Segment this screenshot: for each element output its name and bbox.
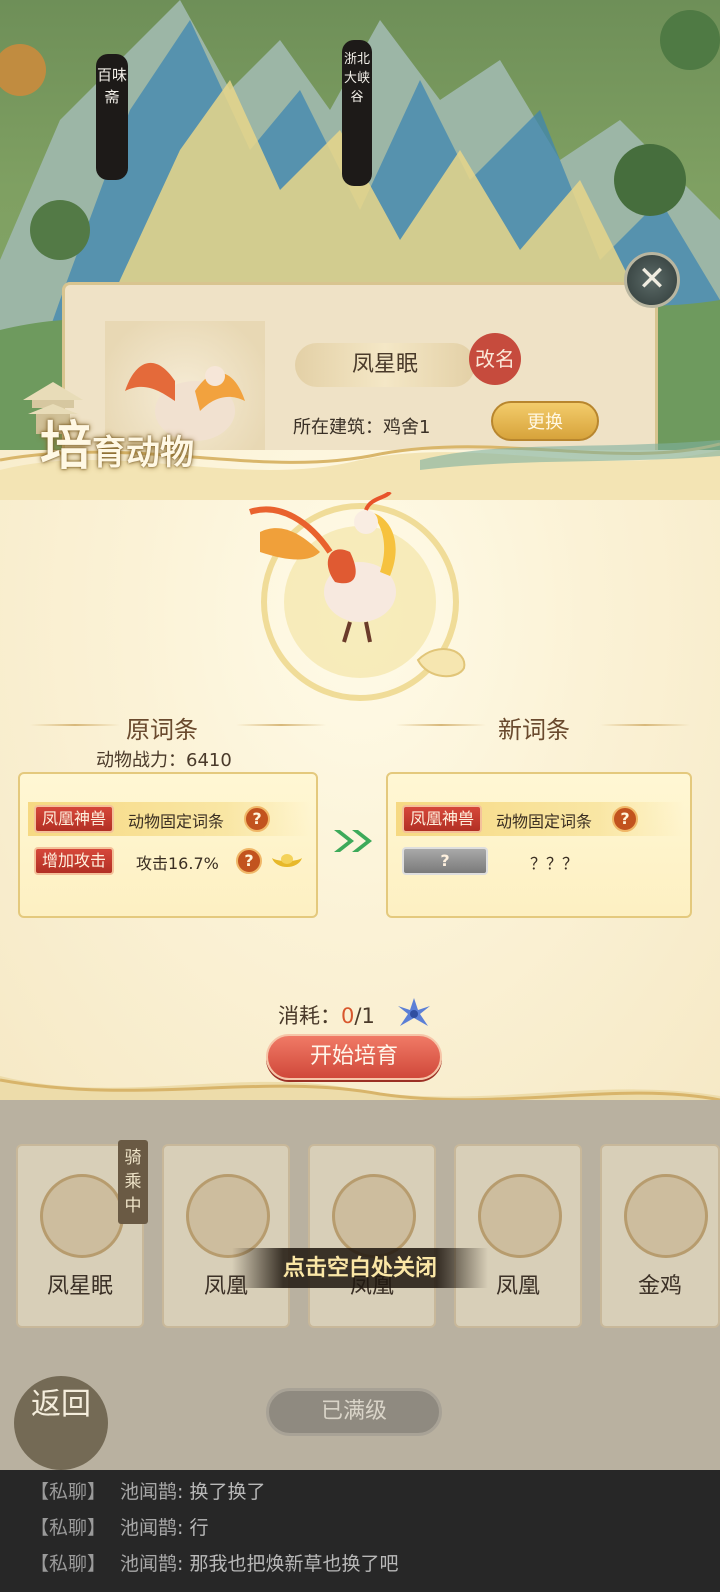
chat-sender: 池闻鹊	[120, 1517, 178, 1539]
old-traits-box: 凤凰神兽 动物固定词条 ? 增加攻击 攻击16.7% ?	[18, 772, 318, 918]
trait-row: ? ？？？	[396, 844, 684, 878]
trait-desc: 动物固定词条	[128, 812, 225, 831]
tap-blank-to-close-toast: 点击空白处关闭	[232, 1248, 488, 1288]
new-traits-box: 凤凰神兽 动物固定词条 ? ? ？？？	[386, 772, 692, 918]
cost-label: 消耗：0/1	[278, 1000, 375, 1030]
cost-need: /1	[354, 1004, 375, 1028]
chat-separator: :	[177, 1481, 190, 1503]
animal-name: 金鸡	[637, 1274, 682, 1299]
chat-text: 换了换了	[189, 1481, 266, 1503]
old-traits-title: 原词条	[126, 716, 198, 744]
trait-desc: 攻击16.7%	[136, 854, 219, 873]
power-label: 动物战力：	[96, 750, 186, 771]
animal-card[interactable]: 凤凰	[162, 1144, 290, 1328]
phoenix-main-image	[249, 492, 396, 643]
chat-message: 【私聊】 池闻鹊: 行	[0, 1510, 720, 1546]
pet-name: 凤星眠	[295, 343, 475, 387]
new-traits-title: 新词条	[498, 716, 570, 744]
unknown-trait-tag: ?	[402, 847, 488, 875]
chat-sender: 池闻鹊	[120, 1481, 178, 1503]
help-icon[interactable]: ?	[612, 806, 638, 832]
modal-title-rest: 育动物	[92, 433, 195, 473]
deco-line	[396, 724, 486, 726]
cost-have: 0	[341, 1004, 355, 1028]
animal-avatar	[186, 1174, 270, 1258]
blue-flower-icon	[398, 998, 430, 1026]
deco-line	[600, 724, 690, 726]
help-icon[interactable]: ?	[244, 806, 270, 832]
game-screen: 百味斋 浙北大峡谷 凤星眠 改名 所在建筑：鸡舍1 更换 ✕ 培育动物 原词条 …	[0, 0, 720, 1592]
chat-separator: :	[177, 1517, 190, 1539]
animal-card[interactable]: 金鸡	[600, 1144, 720, 1328]
help-icon[interactable]: ?	[236, 848, 262, 874]
rename-button[interactable]: 改名	[469, 333, 521, 385]
chat-channel: 【私聊】	[30, 1517, 107, 1539]
cost-prefix: 消耗：	[278, 1004, 341, 1028]
deco-line	[236, 724, 326, 726]
deco-line	[30, 724, 120, 726]
chat-message: 【私聊】 池闻鹊: 换了换了	[0, 1474, 720, 1510]
unknown-trait-desc: ？？？	[530, 854, 579, 873]
trait-tag: 增加攻击	[34, 847, 115, 875]
power-value: 6410	[186, 750, 232, 771]
chat-channel: 【私聊】	[30, 1481, 107, 1503]
chat-channel: 【私聊】	[30, 1553, 107, 1575]
animal-card[interactable]: 凤凰	[454, 1144, 582, 1328]
double-arrow-right-icon	[334, 830, 372, 852]
trait-row: 增加攻击 攻击16.7% ?	[28, 844, 310, 878]
close-icon[interactable]: ✕	[624, 252, 680, 308]
animal-avatar	[40, 1174, 124, 1258]
change-building-button[interactable]: 更换	[491, 401, 599, 441]
animal-power: 动物战力：6410	[96, 746, 232, 772]
chat-message: 【私聊】 池闻鹊: 那我也把焕新草也换了吧	[0, 1546, 720, 1582]
max-level-button[interactable]: 已满级	[266, 1388, 442, 1436]
modal-title-first-char: 培	[40, 416, 93, 477]
trait-row: 凤凰神兽 动物固定词条 ?	[28, 802, 310, 836]
animal-avatar	[478, 1174, 562, 1258]
chat-separator: :	[177, 1553, 190, 1575]
chat-text: 那我也把焕新草也换了吧	[189, 1553, 399, 1575]
back-button[interactable]: 返回	[14, 1376, 108, 1470]
gold-ingot-icon	[272, 854, 302, 867]
trait-desc: 动物固定词条	[496, 812, 593, 831]
trait-tag: 凤凰神兽	[402, 805, 483, 833]
trait-tag: 凤凰神兽	[34, 805, 115, 833]
riding-badge: 骑乘中	[118, 1140, 148, 1224]
animal-name: 凤星眠	[46, 1274, 113, 1299]
modal-title: 培育动物	[40, 404, 194, 479]
chat-text: 行	[189, 1517, 209, 1539]
signboard-zhebei-canyon[interactable]: 浙北大峡谷	[342, 40, 372, 186]
animal-card[interactable]: 凤凰	[308, 1144, 436, 1328]
chat-panel[interactable]: 【私聊】 池闻鹊: 换了换了 【私聊】 池闻鹊: 行 【私聊】 池闻鹊: 那我也把焕新…	[0, 1470, 720, 1592]
signboard-baiweizhai[interactable]: 百味斋	[96, 54, 128, 180]
animal-avatar	[624, 1174, 708, 1258]
animal-avatar	[332, 1174, 416, 1258]
building-label: 所在建筑：鸡舍1	[293, 417, 431, 438]
trait-row: 凤凰神兽 动物固定词条 ?	[396, 802, 684, 836]
chat-sender: 池闻鹊	[120, 1553, 178, 1575]
